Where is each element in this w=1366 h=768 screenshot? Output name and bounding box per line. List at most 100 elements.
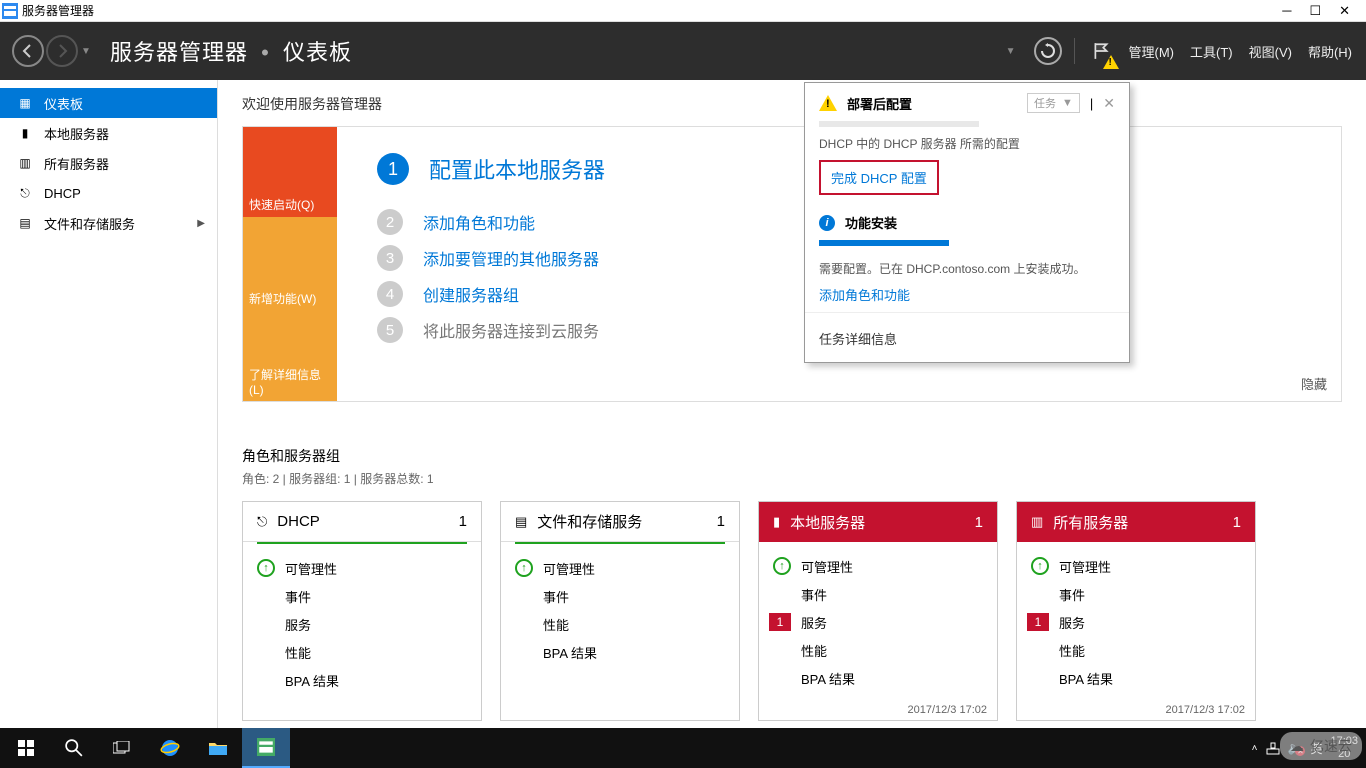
row-performance[interactable]: 性能 [773,636,983,664]
sidebar-item-label: 所有服务器 [44,154,109,173]
sidebar-item-label: 文件和存储服务 [44,214,135,233]
card-timestamp: 2017/12/3 17:02 [759,700,997,720]
app-icon [2,3,18,19]
menu-tools[interactable]: 工具(T) [1188,38,1235,65]
notification-popup: 部署后配置 任务▼ | ✕ DHCP 中的 DHCP 服务器 所需的配置 完成 … [804,82,1130,363]
group-card-dhcp[interactable]: ⎋ DHCP 1 ↑可管理性 事件 服务 性能 BPA 结果 [242,501,482,721]
all-servers-icon: ▥ [18,156,32,170]
notifications-flag[interactable] [1087,37,1115,65]
task-view-button[interactable] [98,728,146,768]
step-text: 添加要管理的其他服务器 [423,246,599,270]
groups-container: ⎋ DHCP 1 ↑可管理性 事件 服务 性能 BPA 结果 ▤ 文件和存储服务 [242,501,1342,721]
group-card-storage[interactable]: ▤ 文件和存储服务 1 ↑可管理性 事件 性能 BPA 结果 [500,501,740,721]
sidebar-item-storage[interactable]: ▤ 文件和存储服务 ▶ [0,208,217,238]
up-arrow-icon: ↑ [257,559,275,577]
warning-badge-icon [1103,55,1119,69]
minimize-button[interactable]: ─ [1282,3,1291,19]
windows-icon [18,740,34,756]
sidebar-item-local-server[interactable]: ▮ 本地服务器 [0,118,217,148]
warning-icon [819,95,837,111]
row-services[interactable]: 1服务 [1031,608,1241,636]
network-icon[interactable] [1266,741,1280,755]
forward-button[interactable] [46,35,78,67]
row-bpa[interactable]: BPA 结果 [773,664,983,692]
sidebar-item-dashboard[interactable]: ▦ 仪表板 [0,88,217,118]
menu-manage[interactable]: 管理(M) [1127,38,1177,65]
breadcrumb-separator-icon: • [261,40,270,65]
row-performance[interactable]: 性能 [1031,636,1241,664]
menu-help[interactable]: 帮助(H) [1306,38,1354,65]
notif-dropdown-icon[interactable]: ▼ [1006,46,1016,57]
welcome-title: 欢迎使用服务器管理器 [242,94,1342,114]
step-number: 5 [377,317,403,343]
group-card-all-servers[interactable]: ▥ 所有服务器 1 ↑可管理性 事件 1服务 性能 BPA 结果 2017/12… [1016,501,1256,721]
complete-dhcp-link[interactable]: 完成 DHCP 配置 [819,160,939,195]
add-roles-link[interactable]: 添加角色和功能 [819,288,910,303]
search-button[interactable] [50,728,98,768]
popup-title: 部署后配置 [847,94,1017,113]
popup-title: 功能安装 [845,213,1115,232]
ie-icon [160,738,180,758]
window-title: 服务器管理器 [22,2,1282,19]
group-card-local-server[interactable]: ▮ 本地服务器 1 ↑可管理性 事件 1服务 性能 BPA 结果 2017/12… [758,501,998,721]
sidebar-item-all-servers[interactable]: ▥ 所有服务器 [0,148,217,178]
row-manageability[interactable]: ↑可管理性 [1031,552,1241,580]
arrow-right-icon [54,43,70,59]
start-button[interactable] [2,728,50,768]
tasks-dropdown[interactable]: 任务▼ [1027,93,1080,113]
row-performance[interactable]: 性能 [515,610,725,638]
sidebar-item-label: DHCP [44,186,81,201]
window-titlebar: 服务器管理器 ─ ☐ ✕ [0,0,1366,22]
chevron-down-icon: ▼ [1062,97,1073,109]
row-performance[interactable]: 性能 [257,638,467,666]
error-badge: 1 [1027,613,1049,631]
row-bpa[interactable]: BPA 结果 [1031,664,1241,692]
tray-up-icon[interactable]: ˄ [1252,743,1258,754]
row-manageability[interactable]: ↑可管理性 [773,552,983,580]
sidebar-item-dhcp[interactable]: ⎋ DHCP [0,178,217,208]
card-timestamp: 2017/12/3 17:02 [1017,700,1255,720]
taskbar-ie[interactable] [146,728,194,768]
sidebar-item-label: 本地服务器 [44,124,109,143]
dhcp-icon: ⎋ [18,186,32,200]
taskbar-server-manager[interactable] [242,728,290,768]
row-events[interactable]: 事件 [773,580,983,608]
row-services[interactable]: 1服务 [773,608,983,636]
popup-close-button[interactable]: ✕ [1103,95,1115,112]
menu-view[interactable]: 视图(V) [1247,38,1294,65]
breadcrumb-root[interactable]: 服务器管理器 [110,40,248,65]
row-events[interactable]: 事件 [515,582,725,610]
server-manager-icon [257,738,275,756]
nav-history-dropdown[interactable]: ▼ [80,35,92,67]
tile-learn-more[interactable]: 了解详细信息(L) [243,311,337,401]
row-events[interactable]: 事件 [257,582,467,610]
step-text: 将此服务器连接到云服务 [423,318,599,342]
row-services[interactable]: 服务 [257,610,467,638]
hide-link[interactable]: 隐藏 [1301,374,1327,393]
tile-whats-new[interactable]: 新增功能(W) [243,217,337,311]
taskbar-explorer[interactable] [194,728,242,768]
watermark: ☁ 亿速云 [1280,732,1362,760]
row-bpa[interactable]: BPA 结果 [257,666,467,694]
row-manageability[interactable]: ↑可管理性 [257,554,467,582]
arrow-left-icon [20,43,36,59]
step-number: 4 [377,281,403,307]
groups-subtitle: 角色: 2 | 服务器组: 1 | 服务器总数: 1 [242,470,1342,487]
row-events[interactable]: 事件 [1031,580,1241,608]
app-header: ▼ 服务器管理器 • 仪表板 ▼ 管理(M) 工具(T) 视图(V) 帮助(H) [0,22,1366,80]
dashboard-icon: ▦ [18,96,32,110]
row-manageability[interactable]: ↑可管理性 [515,554,725,582]
info-icon: i [819,215,835,231]
maximize-button[interactable]: ☐ [1309,3,1321,19]
step-number: 1 [377,153,409,185]
sidebar: ▦ 仪表板 ▮ 本地服务器 ▥ 所有服务器 ⎋ DHCP ▤ 文件和存储服务 ▶ [0,80,218,728]
all-servers-icon: ▥ [1031,514,1043,530]
tile-quick-start[interactable]: 快速启动(Q) [243,127,337,217]
back-button[interactable] [12,35,44,67]
refresh-button[interactable] [1034,37,1062,65]
task-details-link[interactable]: 任务详细信息 [819,323,1115,354]
error-badge: 1 [769,613,791,631]
close-button[interactable]: ✕ [1339,3,1350,19]
progress-bar [819,121,979,127]
row-bpa[interactable]: BPA 结果 [515,638,725,666]
